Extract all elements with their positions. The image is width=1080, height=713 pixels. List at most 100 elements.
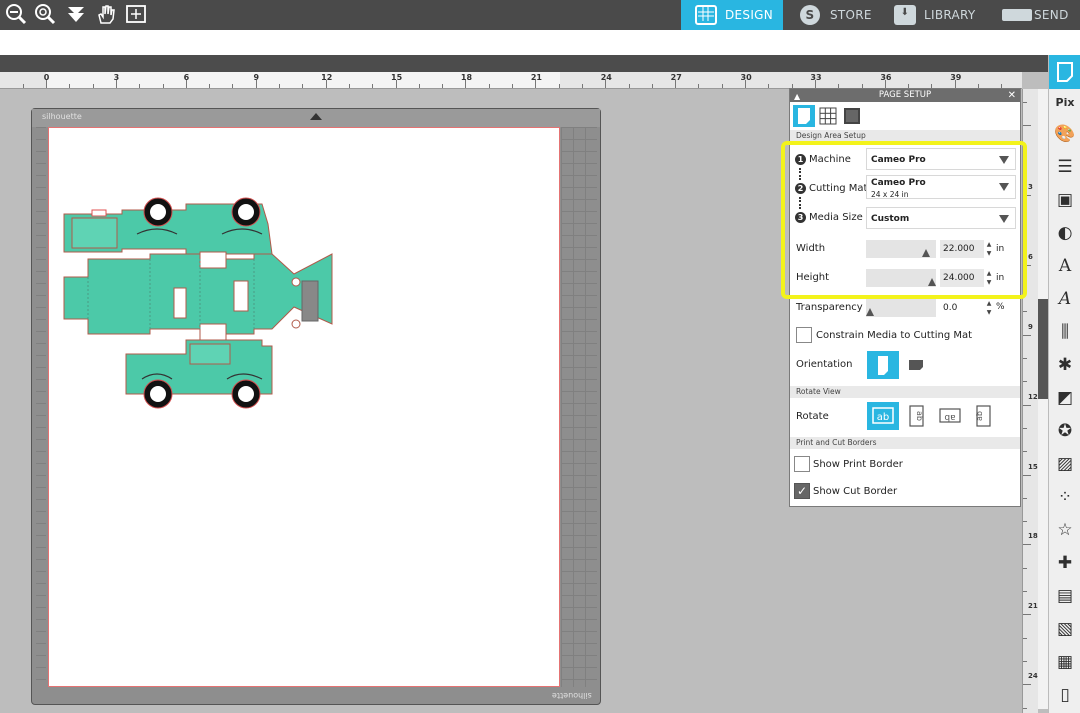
ruler-label: 21 [530, 73, 542, 82]
ruler-tick [1023, 358, 1027, 359]
tab-library[interactable]: ⬇ LIBRARY [880, 0, 990, 30]
highlight-callout [781, 141, 1027, 299]
zoom-out-icon[interactable] [4, 3, 28, 27]
ruler-tick [488, 84, 490, 88]
tab-design[interactable]: DESIGN [681, 0, 783, 30]
orientation-landscape-button[interactable] [900, 351, 932, 379]
ruler-tick [1023, 521, 1027, 523]
ruler-tick [1023, 684, 1031, 686]
rotate-180-button[interactable]: ab [934, 402, 966, 430]
ruler-tick [1023, 427, 1027, 429]
send-cutter-icon [1002, 9, 1032, 21]
mat-header: silhouette [32, 109, 600, 127]
mat-brand-label: silhouette [42, 112, 82, 121]
text-style-icon[interactable]: A [1053, 254, 1077, 278]
orientation-portrait-button[interactable] [867, 351, 899, 379]
ruler-label: 18 [460, 73, 473, 82]
ruler-label: 12 [321, 73, 333, 82]
fit-page-icon[interactable] [124, 3, 148, 27]
trace-icon[interactable]: ▨ [1053, 452, 1077, 476]
ruler-tick [1023, 125, 1031, 126]
vertical-scrollbar[interactable] [1038, 89, 1048, 709]
transparency-icon[interactable]: ◐ [1053, 221, 1077, 245]
tab-page-setup[interactable] [793, 105, 815, 127]
panel-title-bar: ▲ PAGE SETUP ✕ [790, 89, 1020, 102]
tab-grid[interactable] [817, 105, 839, 127]
tab-store[interactable]: S STORE [786, 0, 880, 30]
mat-grid-left [36, 127, 46, 687]
replicate-icon[interactable]: ✱ [1053, 353, 1077, 377]
ruler-tick [1023, 474, 1031, 476]
show-print-border-checkbox[interactable] [794, 456, 810, 472]
ruler-label: 15 [391, 73, 403, 82]
modify-icon[interactable]: ◩ [1053, 386, 1077, 410]
ruler-tick [698, 84, 700, 88]
rotate-90-button[interactable]: ab [900, 402, 932, 430]
puzzle-icon[interactable]: ✚ [1053, 551, 1077, 575]
ruler-tick [1023, 637, 1027, 639]
hand-icon[interactable] [94, 3, 118, 27]
close-icon[interactable]: ✕ [1008, 89, 1016, 102]
mat-grid-right [561, 127, 597, 687]
panel-title: PAGE SETUP [878, 90, 932, 100]
tab-send[interactable]: SEND [988, 0, 1080, 30]
pan-down-icon[interactable] [64, 3, 88, 27]
ruler-label: 21 [1028, 602, 1038, 611]
ruler-label: 6 [1028, 252, 1033, 261]
top-toolbar: DESIGN S STORE ⬇ LIBRARY SEND [0, 0, 1080, 30]
ruler-tick [92, 84, 94, 88]
truck-design[interactable] [62, 194, 337, 414]
slider-thumb[interactable] [866, 308, 874, 316]
checkmark-icon: ✓ [796, 484, 808, 498]
design-store-icon[interactable]: ☆ [1053, 518, 1077, 542]
line-style-icon[interactable]: ☰ [1053, 155, 1077, 179]
ruler-label: 24 [1028, 672, 1038, 681]
hatch-icon[interactable]: ▧ [1053, 617, 1077, 641]
ruler-tick [418, 84, 420, 88]
rhinestone-icon[interactable]: ⁘ [1053, 485, 1077, 509]
ruler-tick [162, 84, 164, 88]
right-tool-sidebar: Pix 🎨 ☰ ▣ ◐ A A ⫼ ✱ ◩ ✪ ▨ ⁘ ☆ ✚ ▤ ▧ ▦ ▯ [1048, 55, 1080, 713]
page-setup-icon[interactable] [1049, 55, 1080, 89]
constrain-media-checkbox[interactable] [796, 327, 812, 343]
tab-background[interactable] [841, 105, 863, 127]
nesting-icon[interactable]: ▦ [1053, 650, 1077, 674]
scrollbar-thumb[interactable] [1038, 299, 1048, 399]
zoom-select-icon[interactable] [33, 3, 57, 27]
ruler-tick [442, 84, 444, 88]
ruler-tick [1023, 311, 1027, 313]
rotate-option-label: ab [944, 412, 956, 422]
transparency-label: Transparency [796, 302, 863, 313]
ruler-tick [1023, 660, 1027, 662]
ruler-tick [651, 84, 653, 88]
rotate-270-button[interactable]: ab [967, 402, 999, 430]
sketch-icon[interactable]: A [1053, 287, 1077, 311]
ruler-tick [1023, 707, 1027, 709]
ruler-tick [1023, 381, 1027, 383]
ruler-label: 3 [1028, 182, 1033, 191]
ruler-tick [232, 84, 234, 88]
secondary-toolbar [0, 30, 1080, 55]
pixscan-icon[interactable]: Pix [1053, 91, 1077, 115]
ruler-tick [512, 84, 513, 88]
ruler-tick [302, 84, 304, 88]
transparency-input[interactable]: 0.0 [940, 299, 984, 317]
ruler-label: 12 [1028, 392, 1038, 401]
offset-icon[interactable]: ✪ [1053, 419, 1077, 443]
store-s-icon: S [800, 5, 820, 25]
align-icon[interactable]: ⫼ [1053, 320, 1077, 344]
library-book-icon[interactable]: ▯ [1053, 683, 1077, 707]
flexi-icon[interactable]: ▤ [1053, 584, 1077, 608]
ruler-tick [348, 84, 350, 88]
grid-icon [695, 5, 717, 25]
rotate-0-button[interactable]: ab [867, 402, 899, 430]
ruler-label: 36 [880, 73, 892, 82]
collapse-icon[interactable]: ▲ [794, 90, 800, 103]
transparency-spinner[interactable]: ▲ ▼ [985, 299, 993, 317]
mat-brand-label-bottom: silhouette [552, 691, 592, 700]
transparency-slider[interactable] [866, 299, 936, 317]
show-cut-border-checkbox[interactable]: ✓ [794, 483, 810, 499]
ruler-tick [1023, 591, 1027, 592]
image-effects-icon[interactable]: ▣ [1053, 188, 1077, 212]
fill-palette-icon[interactable]: 🎨 [1053, 122, 1077, 146]
